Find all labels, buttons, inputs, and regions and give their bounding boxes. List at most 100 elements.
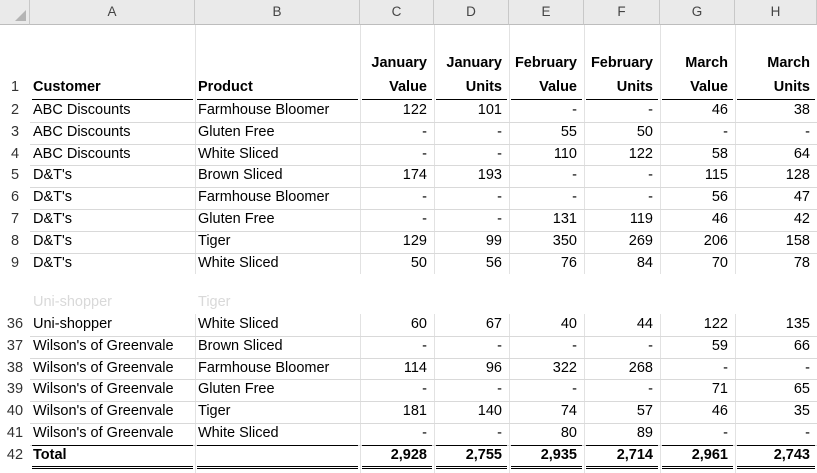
table-cell-c[interactable]: - xyxy=(360,379,434,401)
table-cell-product[interactable]: Tiger xyxy=(195,401,360,423)
table-cell-g[interactable]: - xyxy=(660,423,735,445)
table-cell-f[interactable]: - xyxy=(584,165,660,187)
table-cell-c[interactable]: - xyxy=(360,209,434,231)
table-cell-e[interactable]: - xyxy=(509,187,584,209)
table-cell-f[interactable]: 84 xyxy=(584,253,660,275)
table-cell-customer[interactable]: D&T's xyxy=(30,231,195,253)
table-cell-f[interactable]: - xyxy=(584,187,660,209)
table-cell-e[interactable]: - xyxy=(509,336,584,358)
table-cell-f[interactable]: 268 xyxy=(584,358,660,380)
row-header-42[interactable]: 42 xyxy=(0,445,30,467)
total-c[interactable]: 2,928 xyxy=(360,445,434,467)
table-cell-customer[interactable]: D&T's xyxy=(30,165,195,187)
row-header-40[interactable]: 40 xyxy=(0,401,30,423)
table-cell-product[interactable]: White Sliced xyxy=(195,314,360,336)
table-cell-g[interactable]: 59 xyxy=(660,336,735,358)
column-header-h[interactable]: H xyxy=(735,0,817,25)
table-cell-c[interactable]: 122 xyxy=(360,100,434,122)
table-cell-c[interactable]: 129 xyxy=(360,231,434,253)
table-cell-c[interactable]: 181 xyxy=(360,401,434,423)
table-cell-h[interactable]: 158 xyxy=(735,231,817,253)
table-cell-product[interactable]: Gluten Free xyxy=(195,209,360,231)
table-cell-h[interactable]: 128 xyxy=(735,165,817,187)
table-cell-d[interactable]: 99 xyxy=(434,231,509,253)
table-cell-g[interactable]: 46 xyxy=(660,100,735,122)
table-cell-product[interactable]: Farmhouse Bloomer xyxy=(195,187,360,209)
table-cell-customer[interactable]: Wilson's of Greenvale xyxy=(30,358,195,380)
table-cell-d[interactable]: 140 xyxy=(434,401,509,423)
table-cell-g[interactable]: 71 xyxy=(660,379,735,401)
table-cell-c[interactable]: 174 xyxy=(360,165,434,187)
column-header-e[interactable]: E xyxy=(509,0,584,25)
row-header-9[interactable]: 9 xyxy=(0,253,30,275)
table-cell-d[interactable]: 96 xyxy=(434,358,509,380)
table-cell-e[interactable]: 55 xyxy=(509,122,584,144)
table-cell-c[interactable]: - xyxy=(360,423,434,445)
row-header-38[interactable]: 38 xyxy=(0,358,30,380)
table-cell-e[interactable]: 110 xyxy=(509,144,584,166)
table-cell-g[interactable]: - xyxy=(660,122,735,144)
row-header-6[interactable]: 6 xyxy=(0,187,30,209)
table-cell-product[interactable]: Tiger xyxy=(195,231,360,253)
row-header-3[interactable]: 3 xyxy=(0,122,30,144)
table-cell-h[interactable]: 42 xyxy=(735,209,817,231)
table-cell-d[interactable]: - xyxy=(434,336,509,358)
table-cell-d[interactable]: 193 xyxy=(434,165,509,187)
row-header-8[interactable]: 8 xyxy=(0,231,30,253)
row-header-2[interactable]: 2 xyxy=(0,100,30,122)
table-cell-product[interactable]: Brown Sliced xyxy=(195,165,360,187)
table-cell-f[interactable]: 57 xyxy=(584,401,660,423)
table-cell-h[interactable]: 66 xyxy=(735,336,817,358)
table-cell-d[interactable]: 56 xyxy=(434,253,509,275)
table-cell-d[interactable]: 67 xyxy=(434,314,509,336)
table-cell-c[interactable]: 50 xyxy=(360,253,434,275)
row-header-39[interactable]: 39 xyxy=(0,379,30,401)
table-cell-e[interactable]: 350 xyxy=(509,231,584,253)
column-header-g[interactable]: G xyxy=(660,0,735,25)
column-header-d[interactable]: D xyxy=(434,0,509,25)
table-cell-g[interactable]: 56 xyxy=(660,187,735,209)
table-cell-e[interactable]: 76 xyxy=(509,253,584,275)
table-cell-g[interactable]: 206 xyxy=(660,231,735,253)
table-cell-d[interactable]: - xyxy=(434,379,509,401)
table-cell-h[interactable]: 38 xyxy=(735,100,817,122)
table-cell-e[interactable]: 131 xyxy=(509,209,584,231)
column-header-c[interactable]: C xyxy=(360,0,434,25)
table-cell-c[interactable]: - xyxy=(360,144,434,166)
table-cell-customer[interactable]: ABC Discounts xyxy=(30,144,195,166)
column-header-b[interactable]: B xyxy=(195,0,360,25)
table-cell-g[interactable]: 70 xyxy=(660,253,735,275)
table-cell-customer[interactable]: D&T's xyxy=(30,187,195,209)
table-cell-product[interactable]: Gluten Free xyxy=(195,122,360,144)
table-cell-e[interactable]: 322 xyxy=(509,358,584,380)
row-header-36[interactable]: 36 xyxy=(0,314,30,336)
total-e[interactable]: 2,935 xyxy=(509,445,584,467)
column-header-a[interactable]: A xyxy=(30,0,195,25)
table-cell-f[interactable]: 89 xyxy=(584,423,660,445)
row-header-7[interactable]: 7 xyxy=(0,209,30,231)
table-cell-h[interactable]: 78 xyxy=(735,253,817,275)
table-cell-g[interactable]: - xyxy=(660,358,735,380)
table-cell-g[interactable]: 46 xyxy=(660,401,735,423)
table-cell-h[interactable]: 64 xyxy=(735,144,817,166)
table-cell-h[interactable]: 47 xyxy=(735,187,817,209)
table-cell-c[interactable]: 60 xyxy=(360,314,434,336)
table-cell-product[interactable]: White Sliced xyxy=(195,423,360,445)
table-cell-product[interactable]: White Sliced xyxy=(195,144,360,166)
table-cell-product[interactable]: Farmhouse Bloomer xyxy=(195,358,360,380)
table-cell-customer[interactable]: Wilson's of Greenvale xyxy=(30,401,195,423)
table-cell-h[interactable]: 35 xyxy=(735,401,817,423)
table-cell-product[interactable]: Gluten Free xyxy=(195,379,360,401)
table-cell-d[interactable]: - xyxy=(434,187,509,209)
table-cell-e[interactable]: 40 xyxy=(509,314,584,336)
table-cell-h[interactable]: 65 xyxy=(735,379,817,401)
total-h[interactable]: 2,743 xyxy=(735,445,817,467)
table-cell-h[interactable]: 135 xyxy=(735,314,817,336)
table-cell-g[interactable]: 115 xyxy=(660,165,735,187)
table-cell-customer[interactable]: Uni-shopper xyxy=(30,314,195,336)
table-cell-customer[interactable]: ABC Discounts xyxy=(30,122,195,144)
table-cell-f[interactable]: 50 xyxy=(584,122,660,144)
table-cell-f[interactable]: - xyxy=(584,379,660,401)
table-cell-d[interactable]: - xyxy=(434,144,509,166)
table-cell-c[interactable]: - xyxy=(360,187,434,209)
